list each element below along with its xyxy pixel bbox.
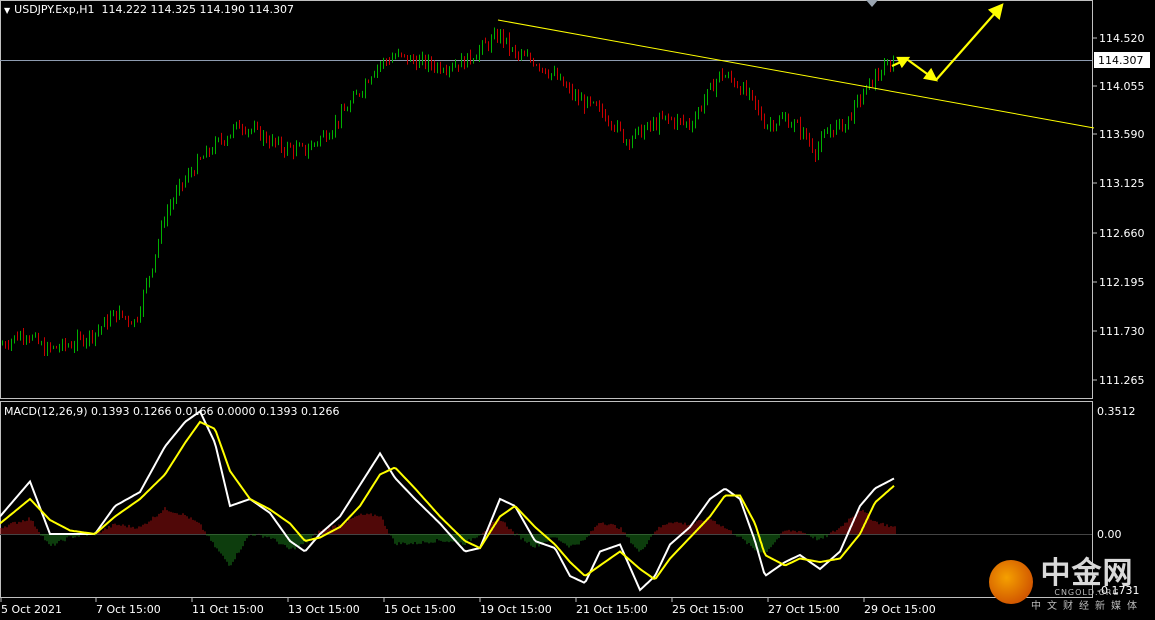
price-tick: 112.660 xyxy=(1099,227,1145,240)
price-tick: 113.590 xyxy=(1099,128,1145,141)
time-tick: 25 Oct 15:00 xyxy=(672,603,744,616)
time-tick: 19 Oct 15:00 xyxy=(480,603,552,616)
macd-main-line xyxy=(0,409,895,592)
macd-tick: 0.3512 xyxy=(1097,405,1136,418)
ohlc-values: 114.222 114.325 114.190 114.307 xyxy=(101,3,294,16)
price-tick: 111.730 xyxy=(1099,325,1145,338)
macd-indicator-label: MACD(12,26,9) 0.1393 0.1266 0.0166 0.000… xyxy=(4,405,340,418)
price-tick: 113.125 xyxy=(1099,177,1145,190)
time-tick: 29 Oct 15:00 xyxy=(864,603,936,616)
time-tick: 21 Oct 15:00 xyxy=(576,603,648,616)
time-tick: 7 Oct 15:00 xyxy=(96,603,161,616)
arrow-up-icon xyxy=(896,56,911,69)
macd-pane-border xyxy=(0,401,1093,598)
symbol-label: USDJPY.Exp,H1 xyxy=(14,3,95,16)
time-tick: 15 Oct 15:00 xyxy=(384,603,456,616)
price-tick: 114.055 xyxy=(1099,80,1145,93)
candlestick-series xyxy=(2,27,894,356)
time-tick: 5 Oct 2021 xyxy=(1,603,62,616)
price-tick: 111.265 xyxy=(1099,374,1145,387)
arrow-down-icon xyxy=(923,67,938,82)
time-axis: 5 Oct 2021 7 Oct 15:00 11 Oct 15:00 13 O… xyxy=(0,597,936,616)
chart-canvas[interactable]: 114.520 114.055 113.590 113.125 112.660 … xyxy=(0,0,1155,620)
watermark: 中金网 CNGOLD.ORG 中文财经新媒体 xyxy=(1031,548,1143,612)
time-tick: 27 Oct 15:00 xyxy=(768,603,840,616)
chart-header: ▼ USDJPY.Exp,H1 114.222 114.325 114.190 1… xyxy=(4,3,294,16)
forecast-arrows xyxy=(891,3,1004,82)
price-axis: 114.520 114.055 113.590 113.125 112.660 … xyxy=(1092,32,1145,387)
macd-histogram xyxy=(0,507,896,566)
macd-tick: 0.00 xyxy=(1097,528,1122,541)
dropdown-triangle-icon[interactable]: ▼ xyxy=(4,6,10,15)
trendline[interactable] xyxy=(497,19,1095,129)
current-price-label: 114.307 xyxy=(1098,54,1144,67)
watermark-cn: 中金网 xyxy=(1040,556,1134,591)
scroll-marker-icon[interactable] xyxy=(866,0,878,7)
time-tick: 11 Oct 15:00 xyxy=(192,603,264,616)
cngold-logo-icon xyxy=(989,560,1033,604)
price-tick: 114.520 xyxy=(1099,32,1145,45)
watermark-sub: 中文财经新媒体 xyxy=(1031,601,1143,612)
price-tick: 112.195 xyxy=(1099,276,1145,289)
time-tick: 13 Oct 15:00 xyxy=(288,603,360,616)
